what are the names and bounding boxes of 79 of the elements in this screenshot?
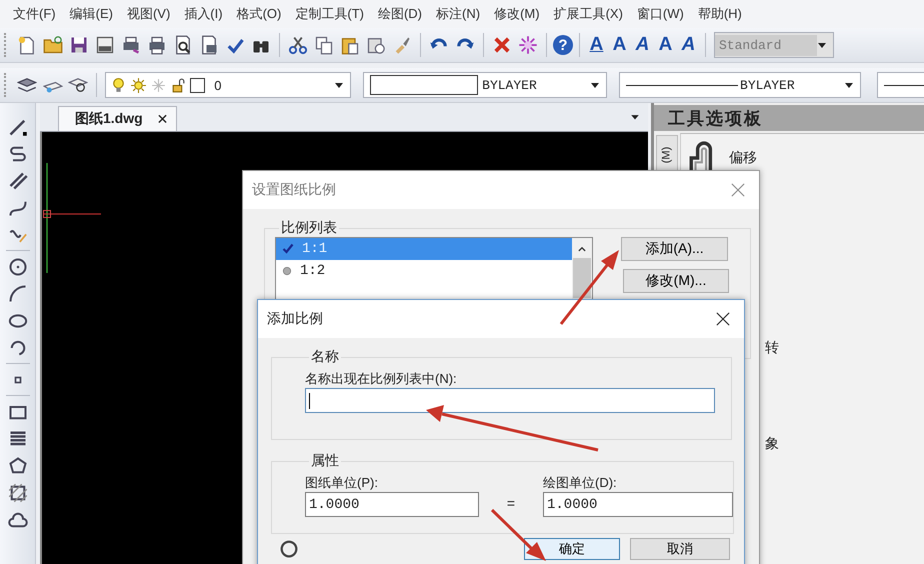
arc-icon[interactable] xyxy=(8,284,28,304)
lock-icon xyxy=(170,76,188,94)
linetype-combo[interactable]: BYLAYER xyxy=(619,72,861,98)
line-preview xyxy=(884,84,924,86)
menu-item[interactable]: 扩展工具(X) xyxy=(546,5,630,23)
dialog-button[interactable]: 修改(M)... xyxy=(623,269,729,293)
color-combo[interactable]: BYLAYER xyxy=(363,72,608,98)
layer-search-icon[interactable] xyxy=(68,75,88,95)
text-style-icon[interactable]: A xyxy=(678,33,699,57)
circle-icon[interactable] xyxy=(8,256,28,276)
field-label: 图纸单位(P): xyxy=(305,474,379,492)
dialog-button[interactable]: 确定 xyxy=(524,538,620,560)
paste-icon[interactable] xyxy=(340,35,360,55)
list-item[interactable]: 1:2 xyxy=(276,260,572,282)
document-icon[interactable] xyxy=(95,35,115,55)
printer-icon[interactable] xyxy=(147,35,167,55)
menu-item[interactable]: 编辑(E) xyxy=(62,5,120,23)
layer-combo[interactable]: 0 xyxy=(105,72,352,98)
scissors-icon[interactable] xyxy=(288,35,308,55)
menu-item[interactable]: 窗口(W) xyxy=(630,5,691,23)
menu-item[interactable]: 帮助(H) xyxy=(690,5,749,23)
tool-label[interactable]: 偏移 xyxy=(729,149,757,167)
menu-item[interactable]: 标注(N) xyxy=(429,5,488,23)
input-field[interactable]: 1.0000 xyxy=(543,492,733,517)
copy-icon[interactable] xyxy=(314,35,334,55)
new-file-icon[interactable] xyxy=(17,35,37,55)
close-icon[interactable] xyxy=(716,312,730,326)
dialog-button[interactable]: 添加(A)... xyxy=(621,237,728,261)
bullet-icon xyxy=(282,266,292,276)
save-icon[interactable] xyxy=(69,35,89,55)
menu-item[interactable]: 插入(I) xyxy=(177,5,230,23)
publish-icon[interactable] xyxy=(199,35,219,55)
color-swatch xyxy=(190,78,206,92)
text-style-icon[interactable]: A xyxy=(632,33,653,57)
document-tab[interactable]: 图纸1.dwg ✕ xyxy=(58,106,178,131)
dialog-button[interactable]: 取消 xyxy=(630,538,730,560)
annotation-arrow xyxy=(490,508,546,561)
text-style-icon[interactable]: A xyxy=(609,33,630,57)
group-label: 名称 xyxy=(310,348,340,366)
menu-item[interactable]: 绘图(D) xyxy=(370,5,430,23)
dialog-title: 设置图纸比例 xyxy=(252,181,336,199)
menu-item[interactable]: 文件(F) xyxy=(6,5,63,23)
tool-label[interactable]: 象 xyxy=(765,435,779,453)
preview-icon[interactable] xyxy=(173,35,193,55)
clipboard-icon[interactable] xyxy=(366,35,386,55)
open-folder-icon[interactable] xyxy=(43,35,63,55)
freeze-icon xyxy=(150,76,168,94)
text-style-icon[interactable]: A xyxy=(655,33,676,57)
field-label: 绘图单位(D): xyxy=(543,474,618,492)
close-icon[interactable]: ✕ xyxy=(156,110,168,128)
delete-icon[interactable] xyxy=(492,35,512,55)
double-line-icon[interactable] xyxy=(8,170,28,190)
scroll-thumb[interactable] xyxy=(573,258,591,298)
checkmark-icon xyxy=(282,243,294,255)
palette-header: 工具选项板 xyxy=(654,105,924,131)
text-cursor xyxy=(309,392,310,408)
sun-icon xyxy=(130,76,148,94)
field-label: 名称出现在比例列表中(N): xyxy=(305,370,458,388)
dialog-title: 添加比例 xyxy=(267,310,323,328)
menu-item[interactable]: 格式(O) xyxy=(230,5,288,23)
lineweight-combo[interactable] xyxy=(876,72,924,98)
explode-icon[interactable] xyxy=(518,35,538,55)
menu-item[interactable]: 定制工具(T) xyxy=(288,5,371,23)
scroll-up-icon[interactable] xyxy=(577,244,587,254)
plotter-icon[interactable] xyxy=(121,35,141,55)
input-field[interactable] xyxy=(305,388,715,413)
input-field[interactable]: 1.0000 xyxy=(305,492,479,517)
help-icon[interactable]: ? xyxy=(553,35,573,55)
hatch-icon[interactable] xyxy=(8,482,28,502)
tool-label[interactable]: 转 xyxy=(765,339,779,357)
menu-item[interactable]: 修改(M) xyxy=(487,5,547,23)
equals-sign: = xyxy=(506,497,516,515)
dropdown-icon[interactable] xyxy=(630,112,640,122)
text-style-icon[interactable]: A xyxy=(586,33,607,57)
menu-item[interactable]: 视图(V) xyxy=(120,5,178,23)
group-label: 比例列表 xyxy=(280,219,338,237)
layers-icon[interactable] xyxy=(16,75,37,95)
group-label: 属性 xyxy=(310,452,340,470)
polygon-icon[interactable] xyxy=(8,456,28,476)
